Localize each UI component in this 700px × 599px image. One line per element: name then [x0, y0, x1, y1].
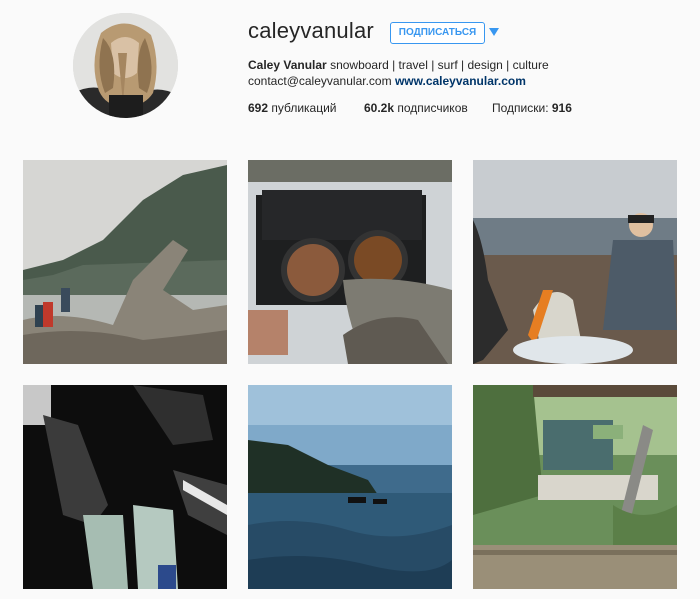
- post-thumbnail-driftwood-coast[interactable]: [23, 160, 227, 364]
- posts-stat: 692 публикаций: [248, 100, 337, 116]
- following-count: 916: [551, 101, 572, 115]
- followers-label: подписчиков: [397, 101, 468, 115]
- bio-contact-line: contact@caleyvanular.com www.caleyvanula…: [248, 73, 526, 89]
- avatar[interactable]: [73, 13, 178, 118]
- followers-stat[interactable]: 60.2k подписчиков: [364, 100, 468, 116]
- bio-text: snowboard | travel | surf | design | cul…: [330, 58, 549, 72]
- posts-label: публикаций: [271, 101, 337, 115]
- followers-count: 60.2k: [364, 101, 395, 115]
- username: caleyvanular: [248, 18, 374, 43]
- bio-email: contact@caleyvanular.com: [248, 74, 392, 88]
- following-stat[interactable]: Подписки: 916: [492, 100, 572, 116]
- profile-header: caleyvanular ПОДПИСАТЬСЯ Caley Vanular s…: [0, 0, 700, 160]
- post-thumbnail-surfers-ocean[interactable]: [248, 385, 452, 589]
- post-thumbnail-outdoor-kitchen[interactable]: [473, 385, 677, 589]
- following-label: Подписки:: [492, 101, 549, 115]
- full-name: Caley Vanular: [248, 58, 327, 72]
- posts-count: 692: [248, 101, 269, 115]
- bio-line: Caley Vanular snowboard | travel | surf …: [248, 57, 549, 73]
- post-thumbnail-camp-stove-cooking[interactable]: [248, 160, 452, 364]
- website-link[interactable]: www.caleyvanular.com: [395, 74, 526, 88]
- follow-button[interactable]: ПОДПИСАТЬСЯ: [390, 22, 485, 44]
- chevron-down-icon[interactable]: [488, 27, 500, 37]
- post-thumbnail-beach-friends[interactable]: [473, 160, 677, 364]
- post-thumbnail-shoes-circle[interactable]: [23, 385, 227, 589]
